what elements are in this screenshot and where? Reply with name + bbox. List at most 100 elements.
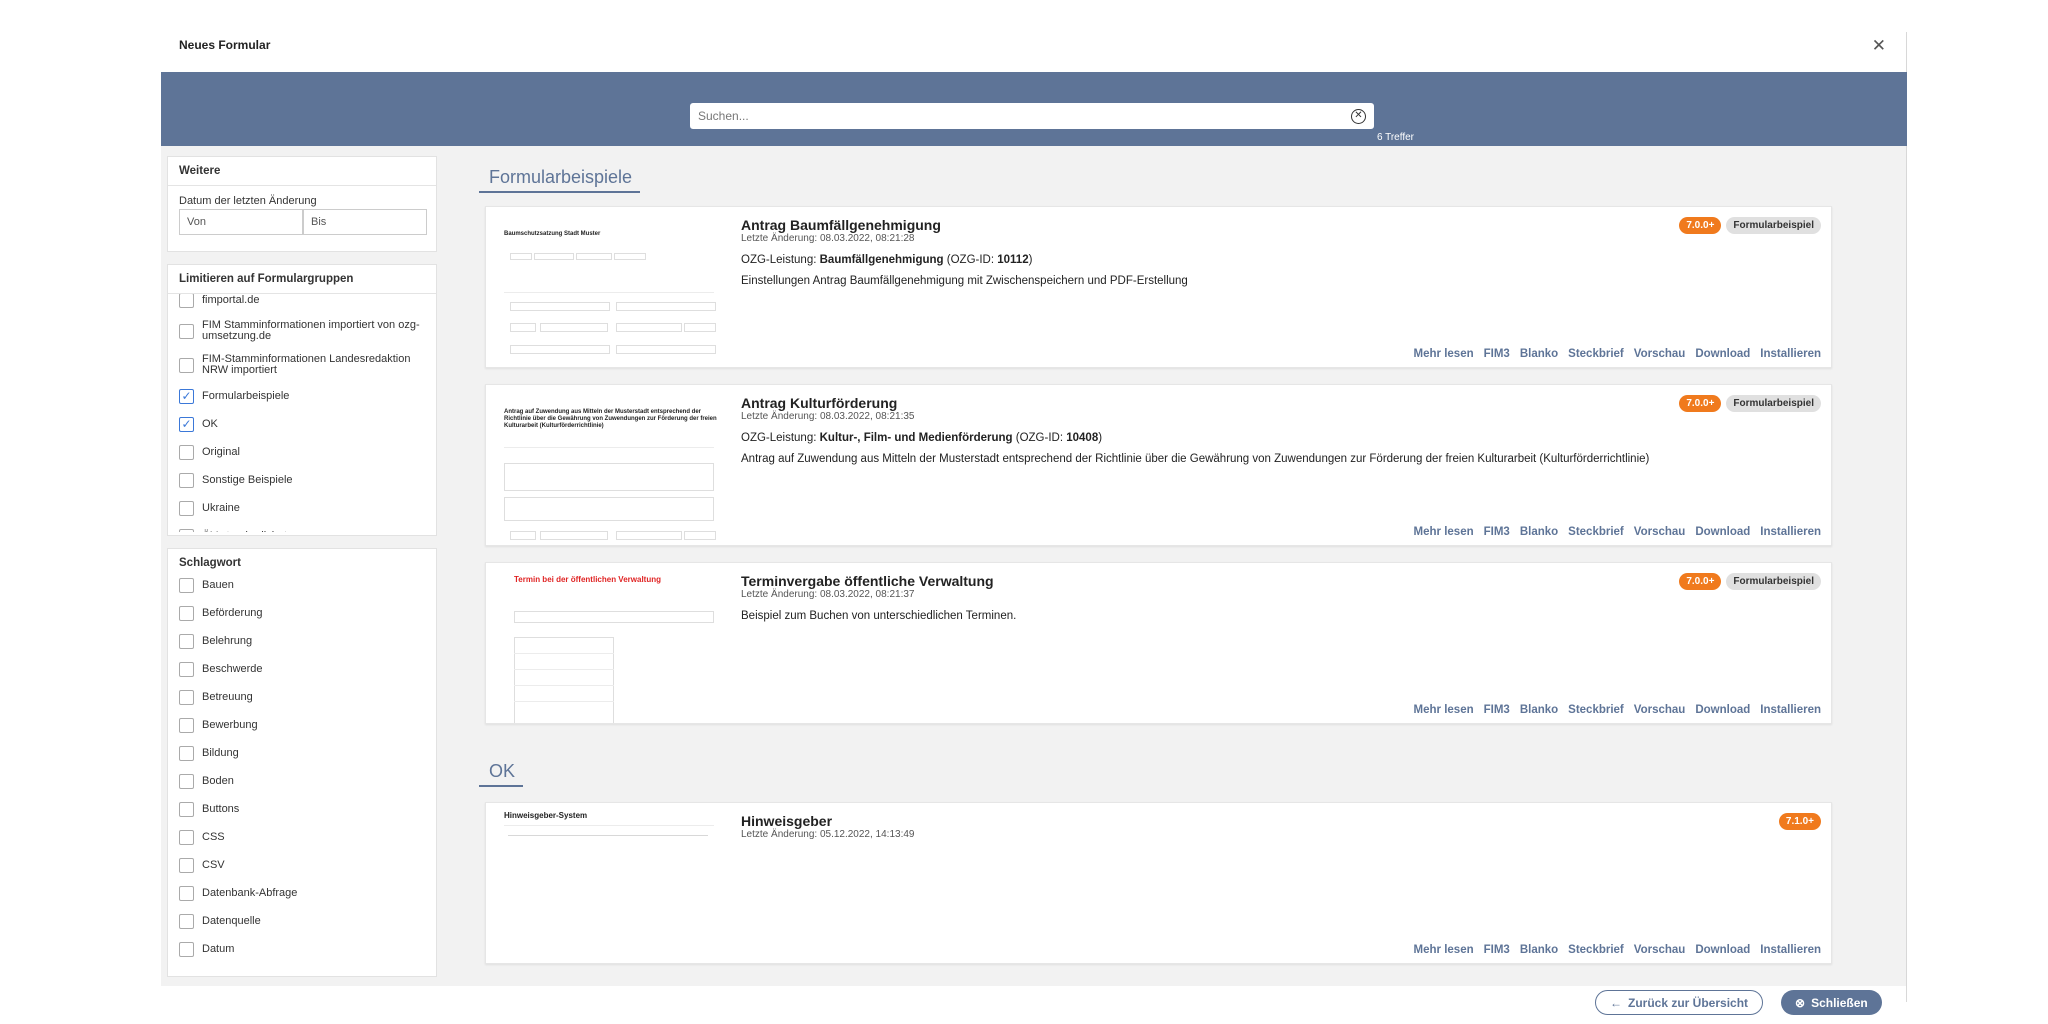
checkbox-icon[interactable]: [179, 661, 194, 677]
action-installieren-link[interactable]: Installieren: [1760, 704, 1821, 716]
checkbox-icon[interactable]: [179, 913, 194, 929]
action-fim3-link[interactable]: FIM3: [1484, 704, 1510, 716]
action-blanko-link[interactable]: Blanko: [1520, 348, 1558, 360]
action-mehr-lesen-link[interactable]: Mehr lesen: [1414, 348, 1474, 360]
action-installieren-link[interactable]: Installieren: [1760, 348, 1821, 360]
action-fim3-link[interactable]: FIM3: [1484, 348, 1510, 360]
action-steckbrief-link[interactable]: Steckbrief: [1568, 944, 1624, 956]
checkbox-icon[interactable]: [179, 717, 194, 733]
form-card[interactable]: Termin bei der öffentlichen Verwaltung T…: [485, 562, 1832, 724]
checkbox-icon[interactable]: [179, 857, 194, 873]
form-title: Antrag Kulturförderung: [741, 395, 898, 411]
keyword-filter-item[interactable]: Bildung: [179, 739, 425, 767]
checkbox-checked-icon[interactable]: [179, 416, 194, 432]
form-date: Letzte Änderung: 08.03.2022, 08:21:37: [741, 589, 915, 600]
keyword-filter-item[interactable]: Belehrung: [179, 627, 425, 655]
keyword-filter-item[interactable]: Datum: [179, 935, 425, 963]
panel-weitere-title: Weitere: [168, 157, 436, 186]
action-fim3-link[interactable]: FIM3: [1484, 944, 1510, 956]
dialog-title: Neues Formular: [179, 38, 271, 52]
group-filter-item[interactable]: Ukraine: [179, 494, 425, 522]
group-filter-item[interactable]: Original: [179, 438, 425, 466]
checkbox-icon[interactable]: [179, 689, 194, 705]
group-filter-item[interactable]: Sonstige Beispiele: [179, 466, 425, 494]
keyword-filter-item[interactable]: Beschwerde: [179, 655, 425, 683]
gruppen-list[interactable]: fimportal.de FIM Stamminformationen impor…: [168, 294, 436, 532]
checkbox-icon[interactable]: [179, 605, 194, 621]
checkbox-icon[interactable]: [179, 500, 194, 516]
group-filter-label: ÖV standardisiert: [202, 530, 287, 532]
action-mehr-lesen-link[interactable]: Mehr lesen: [1414, 944, 1474, 956]
action-download-link[interactable]: Download: [1695, 704, 1750, 716]
keyword-filter-label: Bewerbung: [202, 719, 258, 731]
action-vorschau-link[interactable]: Vorschau: [1634, 526, 1686, 538]
schlagwort-list[interactable]: Bauen Beförderung Belehrung Beschwerde Betre…: [168, 571, 436, 966]
keyword-filter-item[interactable]: Datenbank-Abfrage: [179, 879, 425, 907]
action-mehr-lesen-link[interactable]: Mehr lesen: [1414, 704, 1474, 716]
action-steckbrief-link[interactable]: Steckbrief: [1568, 704, 1624, 716]
action-fim3-link[interactable]: FIM3: [1484, 526, 1510, 538]
type-badge: Formularbeispiel: [1726, 395, 1821, 412]
action-installieren-link[interactable]: Installieren: [1760, 526, 1821, 538]
checkbox-checked-icon[interactable]: [179, 388, 194, 404]
group-filter-item[interactable]: ÖV standardisiert: [179, 522, 425, 532]
form-card[interactable]: Antrag auf Zuwendung aus Mitteln der Mus…: [485, 384, 1832, 546]
keyword-filter-item[interactable]: Boden: [179, 767, 425, 795]
checkbox-icon[interactable]: [179, 472, 194, 488]
action-download-link[interactable]: Download: [1695, 526, 1750, 538]
close-button[interactable]: ⊗ Schließen: [1781, 990, 1882, 1015]
group-filter-item[interactable]: FIM Stamminformationen importiert von oz…: [179, 314, 425, 348]
ozg-info: OZG-Leistung: Kultur-, Film- und Medienf…: [741, 432, 1103, 444]
checkbox-icon[interactable]: [179, 357, 194, 373]
checkbox-icon[interactable]: [179, 577, 194, 593]
keyword-filter-item[interactable]: Bewerbung: [179, 711, 425, 739]
form-card[interactable]: Hinweisgeber-System Hinweisgeber Letzte …: [485, 802, 1832, 964]
close-icon[interactable]: ✕: [1872, 37, 1886, 54]
action-installieren-link[interactable]: Installieren: [1760, 944, 1821, 956]
action-vorschau-link[interactable]: Vorschau: [1634, 944, 1686, 956]
action-mehr-lesen-link[interactable]: Mehr lesen: [1414, 526, 1474, 538]
checkbox-icon[interactable]: [179, 323, 194, 339]
group-filter-item[interactable]: OK: [179, 410, 425, 438]
checkbox-icon[interactable]: [179, 773, 194, 789]
keyword-filter-item[interactable]: Beförderung: [179, 599, 425, 627]
checkbox-icon[interactable]: [179, 294, 194, 308]
group-filter-label: fimportal.de: [202, 294, 260, 306]
keyword-filter-item[interactable]: CSV: [179, 851, 425, 879]
group-filter-item[interactable]: Formularbeispiele: [179, 382, 425, 410]
back-to-overview-button[interactable]: ← Zurück zur Übersicht: [1595, 990, 1764, 1015]
clear-search-icon[interactable]: ✕: [1351, 108, 1366, 124]
date-from-input[interactable]: [179, 209, 303, 235]
checkbox-icon[interactable]: [179, 745, 194, 761]
arrow-left-icon: ←: [1610, 995, 1622, 1010]
search-input[interactable]: [698, 109, 1351, 123]
action-download-link[interactable]: Download: [1695, 348, 1750, 360]
checkbox-icon[interactable]: [179, 528, 194, 532]
keyword-filter-item[interactable]: Datenquelle: [179, 907, 425, 935]
action-blanko-link[interactable]: Blanko: [1520, 704, 1558, 716]
checkbox-icon[interactable]: [179, 444, 194, 460]
form-card[interactable]: Baumschutzsatzung Stadt Muster Antrag Ba…: [485, 206, 1832, 368]
checkbox-icon[interactable]: [179, 829, 194, 845]
keyword-filter-label: Datenquelle: [202, 915, 261, 927]
dialog-footer: ← Zurück zur Übersicht ⊗ Schließen: [161, 986, 1906, 1015]
keyword-filter-item[interactable]: Bauen: [179, 571, 425, 599]
action-steckbrief-link[interactable]: Steckbrief: [1568, 348, 1624, 360]
keyword-filter-item[interactable]: Buttons: [179, 795, 425, 823]
group-filter-item[interactable]: fimportal.de: [179, 294, 425, 314]
checkbox-icon[interactable]: [179, 885, 194, 901]
checkbox-icon[interactable]: [179, 801, 194, 817]
action-steckbrief-link[interactable]: Steckbrief: [1568, 526, 1624, 538]
action-vorschau-link[interactable]: Vorschau: [1634, 348, 1686, 360]
group-filter-item[interactable]: FIM-Stamminformationen Landesredaktion N…: [179, 348, 425, 382]
action-download-link[interactable]: Download: [1695, 944, 1750, 956]
date-to-input[interactable]: [303, 209, 427, 235]
badges: 7.1.0+: [1778, 813, 1821, 830]
checkbox-icon[interactable]: [179, 633, 194, 649]
action-blanko-link[interactable]: Blanko: [1520, 944, 1558, 956]
checkbox-icon[interactable]: [179, 941, 194, 957]
keyword-filter-item[interactable]: Betreuung: [179, 683, 425, 711]
action-vorschau-link[interactable]: Vorschau: [1634, 704, 1686, 716]
keyword-filter-item[interactable]: CSS: [179, 823, 425, 851]
action-blanko-link[interactable]: Blanko: [1520, 526, 1558, 538]
